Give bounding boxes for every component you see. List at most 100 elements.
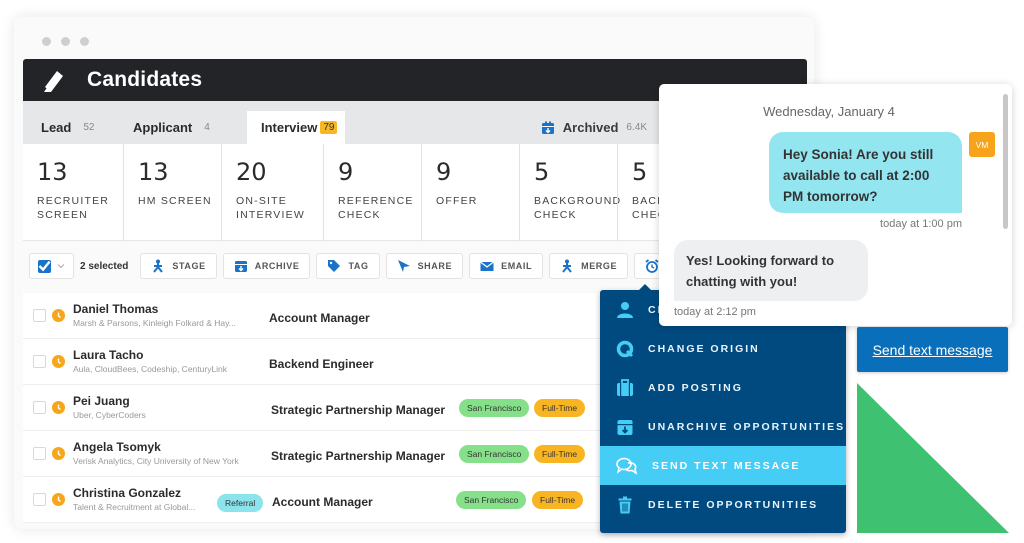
location-pill: San Francisco [459,445,530,463]
stage-count: 9 [338,158,354,186]
stage-label: ON-SITE INTERVIEW [236,195,305,221]
clock-icon [52,401,65,414]
candidate-description: Uber, CyberCoders [73,410,146,420]
candidate-name[interactable]: Christina Gonzalez [73,486,195,500]
candidate-name[interactable]: Angela Tsomyk [73,440,239,454]
outgoing-message: Hey Sonia! Are you still available to ca… [769,132,962,213]
stage-offer[interactable]: 9 OFFER [421,144,519,241]
candidate-job-title: Strategic Partnership Manager [271,403,446,417]
share-paper-plane-icon [397,260,410,272]
candidate-job-title: Strategic Partnership Manager [271,449,446,463]
row-checkbox[interactable] [33,447,46,460]
menu-item-delete-opportunities[interactable]: DELETE OPPORTUNITIES [600,485,846,524]
stage-count: 13 [138,158,169,186]
clock-icon [52,493,65,506]
stage-count: 20 [236,158,267,186]
tab-lead[interactable]: Lead 52 [23,111,119,144]
envelope-icon [480,261,494,271]
clock-icon [52,355,65,368]
merge-button[interactable]: MERGE [549,253,629,279]
menu-item-change-origin[interactable]: CHANGE ORIGIN [600,329,846,368]
origin-icon [616,340,634,357]
tab-label: Applicant [133,120,193,135]
menu-item-send-text-message[interactable]: SEND TEXT MESSAGE [600,446,846,485]
archive-box-icon [541,121,554,134]
stage-recruiter-screen[interactable]: 13 RECRUITER SCREEN [23,144,123,241]
button-label: MERGE [581,261,618,271]
candidate-name[interactable]: Daniel Thomas [73,302,236,316]
stage-label: RECRUITER SCREEN [37,195,110,221]
checkbox-checked-icon [38,259,51,273]
select-all-dropdown[interactable] [29,253,74,279]
stage-reference-check[interactable]: 9 REFERENCE CHECK [323,144,421,241]
tab-count: 4 [204,122,210,133]
row-checkbox[interactable] [33,401,46,414]
stage-on-site-interview[interactable]: 20 ON-SITE INTERVIEW [221,144,323,241]
candidate-description: Marsh & Parsons, Kinleigh Folkard & Hay.… [73,318,236,328]
selected-count: 2 selected [80,260,129,272]
email-button[interactable]: EMAIL [469,253,544,279]
stage-count: 9 [436,158,452,186]
more-actions-menu: CHANGE OWNER CHANGE ORIGIN ADD POSTING U… [600,284,846,533]
candidate-info: Christina Gonzalez Talent & Recruitment … [73,486,195,512]
incoming-timestamp: today at 2:12 pm [674,306,756,318]
archive-button[interactable]: ARCHIVE [222,253,311,279]
stage-label: HM SCREEN [138,195,212,207]
window-dot-close[interactable] [42,37,51,46]
merge-icon [562,259,572,273]
chat-bubbles-icon [616,457,638,475]
referral-badge: Referral [217,494,264,512]
menu-item-label: ADD POSTING [648,381,743,394]
stage-hm-screen[interactable]: 13 HM SCREEN [123,144,221,241]
pencil-logo-icon [44,71,63,92]
location-pill: San Francisco [456,491,527,509]
archive-icon [234,261,247,272]
tab-count-badge: 79 [320,121,338,134]
tag-icon [328,260,341,272]
row-checkbox[interactable] [33,309,46,322]
send-text-message-button[interactable]: Send text message [857,327,1008,372]
candidate-description: Talent & Recruitment at Global... [73,502,196,512]
menu-item-label: CHANGE ORIGIN [648,342,760,355]
candidate-description: Verisk Analytics, City University of New… [73,456,239,466]
candidate-info: Angela Tsomyk Verisk Analytics, City Uni… [73,440,239,466]
window-controls [42,37,89,46]
decorative-green-triangle [857,383,1009,533]
candidate-job-title: Backend Engineer [269,357,374,371]
clock-icon [52,447,65,460]
menu-item-add-posting[interactable]: ADD POSTING [600,368,846,407]
thread-date: Wednesday, January 4 [763,104,895,119]
menu-item-label: UNARCHIVE OPPORTUNITIES [648,420,846,433]
tab-archived[interactable]: Archived 6.4K [541,111,647,144]
stage-label: OFFER [436,195,478,207]
page-title: Candidates [87,68,203,91]
button-label: SHARE [417,261,453,271]
candidate-name[interactable]: Laura Tacho [73,348,227,362]
row-checkbox[interactable] [33,355,46,368]
candidate-job-title: Account Manager [269,311,370,325]
candidate-name[interactable]: Pei Juang [73,394,146,408]
tab-applicant[interactable]: Applicant 4 [119,111,247,144]
alarm-clock-icon [645,259,659,273]
stage-button[interactable]: STAGE [140,253,217,279]
tab-count: 6.4K [626,122,647,133]
button-label: STAGE [172,261,206,271]
employment-type-pill: Full-Time [534,399,586,417]
candidate-info: Daniel Thomas Marsh & Parsons, Kinleigh … [73,302,236,328]
tab-label: Archived [562,120,619,135]
share-button[interactable]: SHARE [385,253,464,279]
window-dot-maximize[interactable] [80,37,89,46]
stage-icon [153,259,164,273]
menu-item-unarchive-opportunities[interactable]: UNARCHIVE OPPORTUNITIES [600,407,846,446]
clock-icon [52,309,65,322]
tab-interview[interactable]: Interview 79 [247,111,345,144]
stage-background-check[interactable]: 5 BACKGROUND CHECK [519,144,620,241]
row-checkbox[interactable] [33,493,46,506]
employment-type-pill: Full-Time [532,491,584,509]
chat-scrollbar[interactable] [1003,94,1008,229]
tag-button[interactable]: TAG [316,253,380,279]
window-dot-minimize[interactable] [61,37,70,46]
stage-count: 13 [37,158,68,186]
button-label: TAG [348,261,369,271]
candidate-job-title: Account Manager [272,495,373,509]
